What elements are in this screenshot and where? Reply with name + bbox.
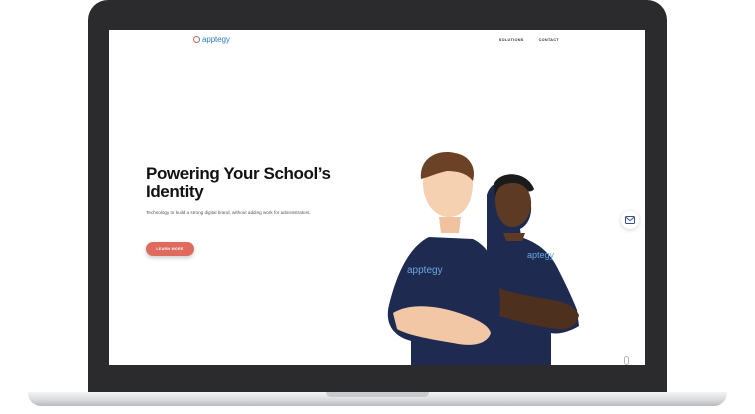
scroll-mouse-icon (624, 356, 629, 365)
student-left: apptegy (387, 152, 500, 365)
shirt-logo-right: aptegy (527, 250, 555, 260)
nav-link-contact[interactable]: CONTACT (539, 38, 559, 42)
chat-button[interactable] (621, 211, 639, 229)
hero-subtitle: Technology to build a strong digital bra… (146, 210, 311, 215)
shirt-logo-left: apptegy (407, 265, 443, 276)
envelope-icon (625, 216, 635, 224)
brand-logo[interactable]: apptegy (193, 35, 230, 44)
hero-title: Powering Your School’s Identity (146, 164, 331, 201)
hero-photo-students: aptegy apptegy (387, 152, 579, 365)
laptop-notch (326, 392, 429, 397)
student-right: aptegy (487, 174, 579, 365)
learn-more-button[interactable]: LEARN MORE (146, 242, 194, 256)
main-nav: SOLUTIONS CONTACT (499, 38, 559, 42)
apptegy-logo-icon (193, 36, 200, 43)
laptop-screen: apptegy SOLUTIONS CONTACT Powering Your … (109, 30, 645, 365)
brand-name: apptegy (202, 35, 230, 44)
nav-link-solutions[interactable]: SOLUTIONS (499, 38, 524, 42)
